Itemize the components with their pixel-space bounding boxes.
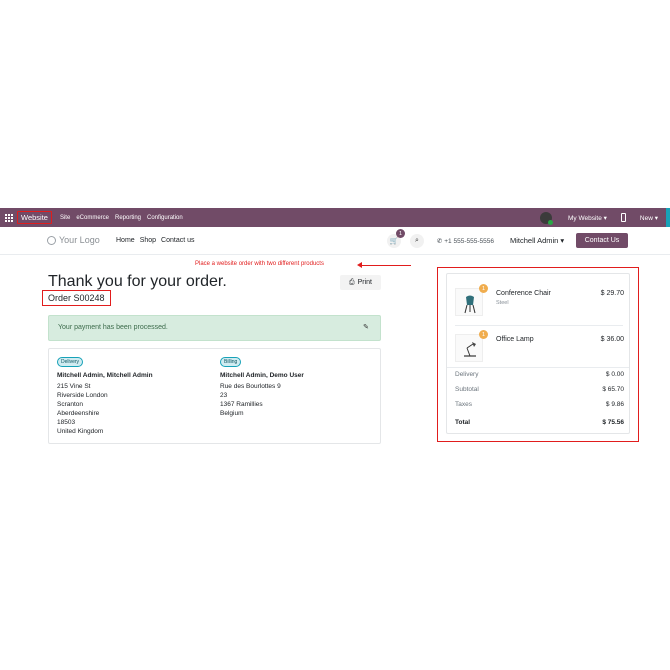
apps-grid-icon[interactable] <box>3 212 15 224</box>
order-summary-highlight: 1 Conference Chair Steel $ 29.70 1 Offic… <box>437 267 639 442</box>
edit-button-edge[interactable] <box>666 208 670 227</box>
delivery-line: Riverside London <box>57 392 108 399</box>
logo-text: Your Logo <box>59 235 100 245</box>
divider <box>447 367 629 368</box>
item-qty-badge: 1 <box>479 330 488 339</box>
delivery-line: United Kingdom <box>57 428 104 435</box>
admin-avatar[interactable] <box>540 211 554 225</box>
item-name[interactable]: Conference Chair <box>496 290 551 297</box>
total-label: Total <box>455 419 471 426</box>
delivery-line: Aberdeenshire <box>57 410 100 417</box>
delivery-line: Scranton <box>57 401 84 408</box>
billing-badge: Billing <box>220 357 242 367</box>
cart-icon: 🛒 <box>389 238 399 245</box>
annotation-arrow <box>357 262 411 268</box>
print-button[interactable]: ⎙ Print <box>340 275 381 290</box>
mobile-preview-icon[interactable] <box>620 213 626 222</box>
phone-icon: ✆ <box>437 238 443 245</box>
divider <box>455 325 623 326</box>
site-logo[interactable]: Your Logo <box>47 235 100 245</box>
order-reference: Order S00248 <box>42 290 111 306</box>
nav-contact-us[interactable]: Contact us <box>161 237 194 244</box>
delivery-name: Mitchell Admin, Mitchell Admin <box>57 372 153 379</box>
admin-brand-website[interactable]: Website <box>17 211 52 224</box>
contact-us-button[interactable]: Contact Us <box>576 233 628 248</box>
delivery-badge: Delivery <box>57 357 84 367</box>
admin-menu-site[interactable]: Site <box>60 215 70 221</box>
phone-number: +1 555-555-5556 <box>444 238 494 245</box>
subtotal-label: Subtotal <box>455 386 479 393</box>
logo-icon <box>47 235 56 245</box>
my-website-dropdown[interactable]: My Website ▾ <box>568 214 607 222</box>
printer-icon: ⎙ <box>348 278 355 286</box>
billing-line: 1367 Ramillies <box>220 401 263 408</box>
admin-navbar: Website Site eCommerce Reporting Configu… <box>0 208 670 227</box>
nav-home[interactable]: Home <box>116 237 135 244</box>
cart-button[interactable]: 🛒 1 <box>387 229 405 248</box>
edit-pencil-icon[interactable]: ✎ <box>363 323 369 331</box>
billing-line: Belgium <box>220 410 244 417</box>
subtotal-value: $ 65.70 <box>602 386 624 393</box>
delivery-line: 18503 <box>57 419 76 426</box>
admin-menu-configuration[interactable]: Configuration <box>147 215 183 221</box>
payment-message: Your payment has been processed. <box>58 324 168 331</box>
cart-count-badge: 1 <box>396 229 405 238</box>
delivery-value: $ 0.00 <box>605 371 624 378</box>
item-price: $ 29.70 <box>600 290 624 297</box>
print-label: Print <box>357 279 372 286</box>
delivery-address: 215 Vine St Riverside London Scranton Ab… <box>57 382 108 436</box>
annotation-text: Place a website order with two different… <box>195 261 324 267</box>
search-button[interactable]: ⌕ <box>410 234 424 248</box>
chair-image <box>455 288 483 316</box>
address-card: Delivery Mitchell Admin, Mitchell Admin … <box>48 348 381 444</box>
website-header: Your Logo Home Shop Contact us 🛒 1 ⌕ ✆ +… <box>0 227 670 255</box>
delivery-line: 215 Vine St <box>57 383 91 390</box>
billing-line: 23 <box>220 392 228 399</box>
billing-name: Mitchell Admin, Demo User <box>220 372 304 379</box>
order-summary: 1 Conference Chair Steel $ 29.70 1 Offic… <box>446 273 630 434</box>
item-name[interactable]: Office Lamp <box>496 336 534 343</box>
billing-line: Rue des Bourlottes 9 <box>220 383 281 390</box>
phone-link[interactable]: ✆ +1 555-555-5556 <box>437 237 494 245</box>
taxes-value: $ 9.86 <box>605 401 624 408</box>
total-value: $ 75.56 <box>602 419 624 426</box>
nav-shop[interactable]: Shop <box>140 237 156 244</box>
taxes-label: Taxes <box>455 401 472 408</box>
item-qty-badge: 1 <box>479 284 488 293</box>
payment-status-alert: Your payment has been processed. ✎ <box>48 315 381 341</box>
delivery-label: Delivery <box>455 371 479 378</box>
main-nav: Home Shop Contact us <box>116 237 195 244</box>
item-price: $ 36.00 <box>600 336 624 343</box>
admin-menu-reporting[interactable]: Reporting <box>115 215 141 221</box>
lamp-image <box>455 334 483 362</box>
user-menu[interactable]: Mitchell Admin ▾ <box>510 236 564 245</box>
billing-address: Rue des Bourlottes 9 23 1367 Ramillies B… <box>220 382 281 418</box>
item-description: Steel <box>496 300 509 306</box>
new-content-button[interactable]: New ▾ <box>640 214 658 222</box>
admin-menu-ecommerce[interactable]: eCommerce <box>76 215 109 221</box>
page-title: Thank you for your order. <box>48 273 227 290</box>
search-icon: ⌕ <box>415 237 419 244</box>
